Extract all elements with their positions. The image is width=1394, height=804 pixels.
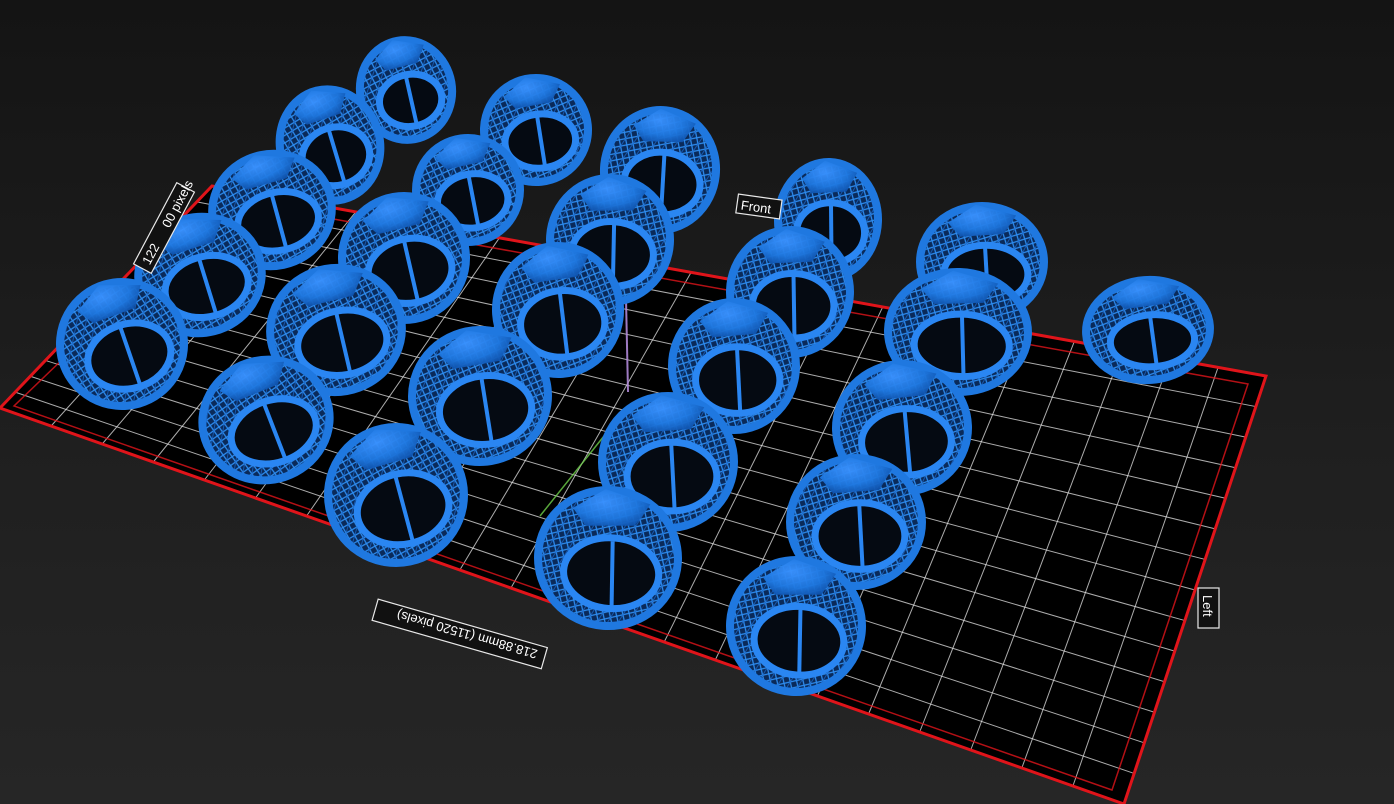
width-dimension-label: 218.88mm (11520 pixels) — [371, 598, 549, 670]
ring-model[interactable] — [1082, 274, 1214, 385]
front-label: Front — [735, 193, 783, 220]
left-label-text: Left — [1200, 595, 1215, 617]
width-dimension-text: 218.88mm (11520 pixels) — [395, 607, 539, 662]
left-label: Left — [1197, 587, 1220, 629]
3d-scene[interactable]: Front Left 218.88mm (11520 pixels) 122 0… — [0, 0, 1394, 804]
build-plate-viewport[interactable]: Front Left 218.88mm (11520 pixels) 122 0… — [0, 0, 1394, 804]
